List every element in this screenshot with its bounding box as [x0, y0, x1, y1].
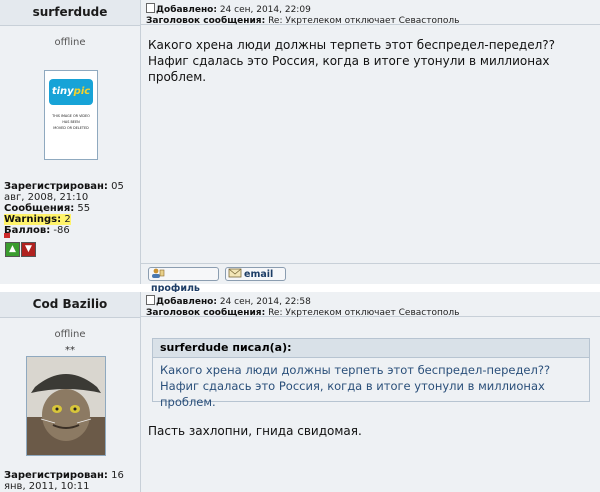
quote-header: surferdude писал(а): — [153, 339, 589, 358]
author-stats: Зарегистрирован: 16 янв, 2011, 10:11 — [4, 470, 138, 492]
messages-value: 55 — [77, 203, 91, 214]
quote-text: Какого хрена люди должны терпеть этот бе… — [160, 363, 551, 409]
online-status: offline — [54, 37, 86, 48]
post-actions: профиль email — [141, 263, 600, 294]
warnings-value: 2 — [64, 214, 71, 225]
envelope-icon — [228, 268, 242, 278]
post-document-icon[interactable] — [146, 295, 155, 305]
thumbs-down-icon[interactable]: ▼ — [21, 242, 36, 257]
warnings-badge: Warnings: 2 — [4, 214, 71, 225]
author-name[interactable]: Cod Bazilio — [0, 292, 140, 318]
online-status: offline — [54, 329, 86, 340]
post-1: surferdude offline tinypic THIS IMAGE OR… — [0, 0, 600, 294]
avatar-placeholder-text: THIS IMAGE OR VIDEO HAS BEEN MOVED OR DE… — [52, 114, 90, 130]
subject-label: Заголовок сообщения: — [146, 308, 266, 318]
author-name[interactable]: surferdude — [0, 0, 140, 26]
subject-value: Re: Укртелеком отключает Севастополь — [268, 16, 460, 26]
score-label: Баллов: — [4, 225, 51, 236]
email-button-label: email — [244, 269, 274, 280]
added-value: 24 сен, 2014, 22:09 — [219, 5, 311, 15]
post-separator — [0, 284, 600, 292]
warnings-label: Warnings: — [4, 214, 62, 225]
post-document-icon[interactable] — [146, 3, 155, 13]
profile-button[interactable]: профиль — [148, 267, 219, 294]
subject-label: Заголовок сообщения: — [146, 16, 266, 26]
messages-label: Сообщения: — [4, 203, 75, 214]
post-text: Какого хрена люди должны терпеть этот бе… — [148, 38, 556, 84]
subject-value: Re: Укртелеком отключает Севастополь — [268, 308, 460, 318]
karma-bar — [4, 233, 10, 238]
added-label: Добавлено: — [156, 297, 217, 307]
avatar-image — [27, 357, 105, 455]
email-button[interactable]: email — [225, 267, 286, 281]
author-stats: Зарегистрирован: 05 авг, 2008, 21:10 Соо… — [4, 181, 138, 236]
user-rank: ** — [65, 345, 75, 356]
thumbs-up-icon[interactable]: ▲ — [5, 242, 20, 257]
post-meta: Добавлено: 24 сен, 2014, 22:58 Заголовок… — [141, 292, 600, 318]
registered-label: Зарегистрирован: — [4, 470, 108, 481]
registered-label: Зарегистрирован: — [4, 181, 108, 192]
avatar: tinypic THIS IMAGE OR VIDEO HAS BEEN MOV… — [44, 70, 98, 160]
score-value: -86 — [53, 225, 70, 236]
added-label: Добавлено: — [156, 5, 217, 15]
profile-icon — [152, 268, 165, 278]
post-1-author-panel: surferdude offline tinypic THIS IMAGE OR… — [0, 0, 141, 284]
quote-block: surferdude писал(а): Какого хрена люди д… — [152, 338, 590, 409]
tinypic-logo: tinypic — [49, 79, 93, 105]
avatar — [26, 356, 106, 456]
post-meta: Добавлено: 24 сен, 2014, 22:09 Заголовок… — [141, 0, 600, 26]
added-value: 24 сен, 2014, 22:58 — [219, 297, 311, 307]
post-text: Пасть захлопни, гнида свидомая. — [148, 424, 362, 438]
